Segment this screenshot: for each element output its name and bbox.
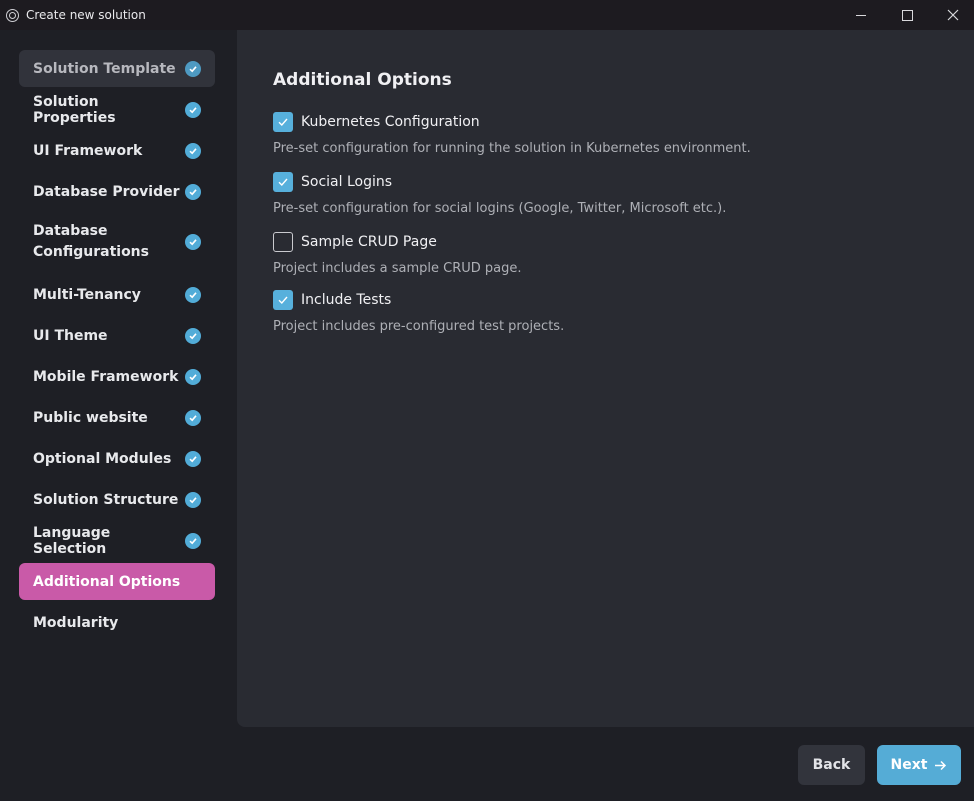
back-button[interactable]: Back	[798, 745, 865, 785]
check-circle-icon	[185, 368, 201, 385]
main-panel: Additional Options Kubernetes Configurat…	[237, 30, 974, 727]
include-tests-checkbox[interactable]	[273, 290, 293, 310]
sample-crud-page-option[interactable]: Sample CRUD Page	[273, 232, 437, 252]
social-logins-option[interactable]: Social Logins	[273, 172, 392, 192]
kubernetes-configuration-checkbox[interactable]	[273, 112, 293, 132]
sidebar-item-public-website[interactable]: Public website	[19, 399, 215, 436]
sidebar-item-additional-options[interactable]: Additional Options	[19, 563, 215, 600]
option-label: Sample CRUD Page	[301, 234, 437, 250]
close-icon	[947, 9, 959, 21]
check-circle-icon	[185, 532, 201, 549]
sidebar-item-label: Modularity	[33, 614, 119, 631]
sidebar-item-optional-modules[interactable]: Optional Modules	[19, 440, 215, 477]
sidebar-item-solution-template[interactable]: Solution Template	[19, 50, 215, 87]
sidebar-item-mobile-framework[interactable]: Mobile Framework	[19, 358, 215, 395]
kubernetes-configuration-option[interactable]: Kubernetes Configuration	[273, 112, 480, 132]
sidebar-item-label: Solution Properties	[33, 93, 116, 126]
sidebar-item-label: Database Configurations	[33, 223, 149, 260]
sidebar-item-multi-tenancy[interactable]: Multi-Tenancy	[19, 276, 215, 313]
sidebar-item-label: UI Framework	[33, 142, 143, 159]
minimize-icon	[856, 14, 866, 16]
sidebar-item-ui-framework[interactable]: UI Framework	[19, 132, 215, 169]
arrow-right-icon	[934, 760, 947, 771]
sidebar-item-ui-theme[interactable]: UI Theme	[19, 317, 215, 354]
sidebar-item-label: Solution Template	[33, 60, 176, 77]
option-description: Project includes a sample CRUD page.	[273, 261, 522, 276]
sidebar-item-solution-structure[interactable]: Solution Structure	[19, 481, 215, 518]
app-logo-icon	[6, 8, 19, 22]
sidebar-item-label: Language Selection	[33, 524, 111, 557]
sidebar-item-modularity[interactable]: Modularity	[19, 604, 215, 641]
sidebar-item-label: Solution Structure	[33, 491, 179, 508]
sample-crud-page-checkbox[interactable]	[273, 232, 293, 252]
next-button[interactable]: Next	[877, 745, 961, 785]
sidebar-item-label: Public website	[33, 409, 148, 426]
check-circle-icon	[185, 450, 201, 467]
option-label: Social Logins	[301, 174, 393, 190]
check-circle-icon	[185, 142, 201, 159]
sidebar-item-database-configurations[interactable]: Database Configurations	[19, 216, 215, 268]
sidebar-item-language-selection[interactable]: Language Selection	[19, 522, 215, 559]
maximize-icon	[901, 9, 913, 21]
option-description: Pre-set configuration for social logins …	[273, 201, 727, 216]
window-title: Create new solution	[26, 8, 146, 22]
minimize-button[interactable]	[838, 0, 884, 30]
option-description: Pre-set configuration for running the so…	[273, 141, 751, 156]
sidebar-item-label: Optional Modules	[33, 450, 172, 467]
sidebar-item-label: Mobile Framework	[33, 368, 179, 385]
close-button[interactable]	[930, 0, 974, 30]
check-circle-icon	[185, 491, 201, 508]
sidebar-item-solution-properties[interactable]: Solution Properties	[19, 91, 215, 128]
check-circle-icon	[185, 327, 201, 344]
checkmark-icon	[278, 296, 288, 305]
checkmark-icon	[278, 178, 288, 187]
check-circle-icon	[185, 60, 201, 77]
check-circle-icon	[185, 286, 201, 303]
back-button-label: Back	[812, 757, 851, 773]
check-circle-icon	[185, 183, 201, 200]
include-tests-option[interactable]: Include Tests	[273, 290, 391, 310]
check-circle-icon	[185, 101, 201, 118]
sidebar-item-label: Multi-Tenancy	[33, 286, 141, 303]
maximize-button[interactable]	[884, 0, 930, 30]
sidebar-item-label: UI Theme	[33, 327, 108, 344]
option-description: Project includes pre-configured test pro…	[273, 319, 565, 334]
sidebar-item-database-provider[interactable]: Database Provider	[19, 173, 215, 210]
title-bar: Create new solution	[0, 0, 974, 30]
wizard-steps-sidebar: Solution Template Solution Properties UI…	[0, 30, 237, 801]
option-label: Include Tests	[301, 292, 392, 308]
sidebar-item-label: Additional Options	[33, 573, 181, 590]
checkmark-icon	[278, 118, 288, 127]
next-button-label: Next	[890, 757, 928, 773]
page-title: Additional Options	[273, 70, 452, 90]
social-logins-checkbox[interactable]	[273, 172, 293, 192]
check-circle-icon	[185, 234, 201, 250]
option-label: Kubernetes Configuration	[301, 114, 480, 130]
check-circle-icon	[185, 409, 201, 426]
sidebar-item-label: Database Provider	[33, 183, 180, 200]
